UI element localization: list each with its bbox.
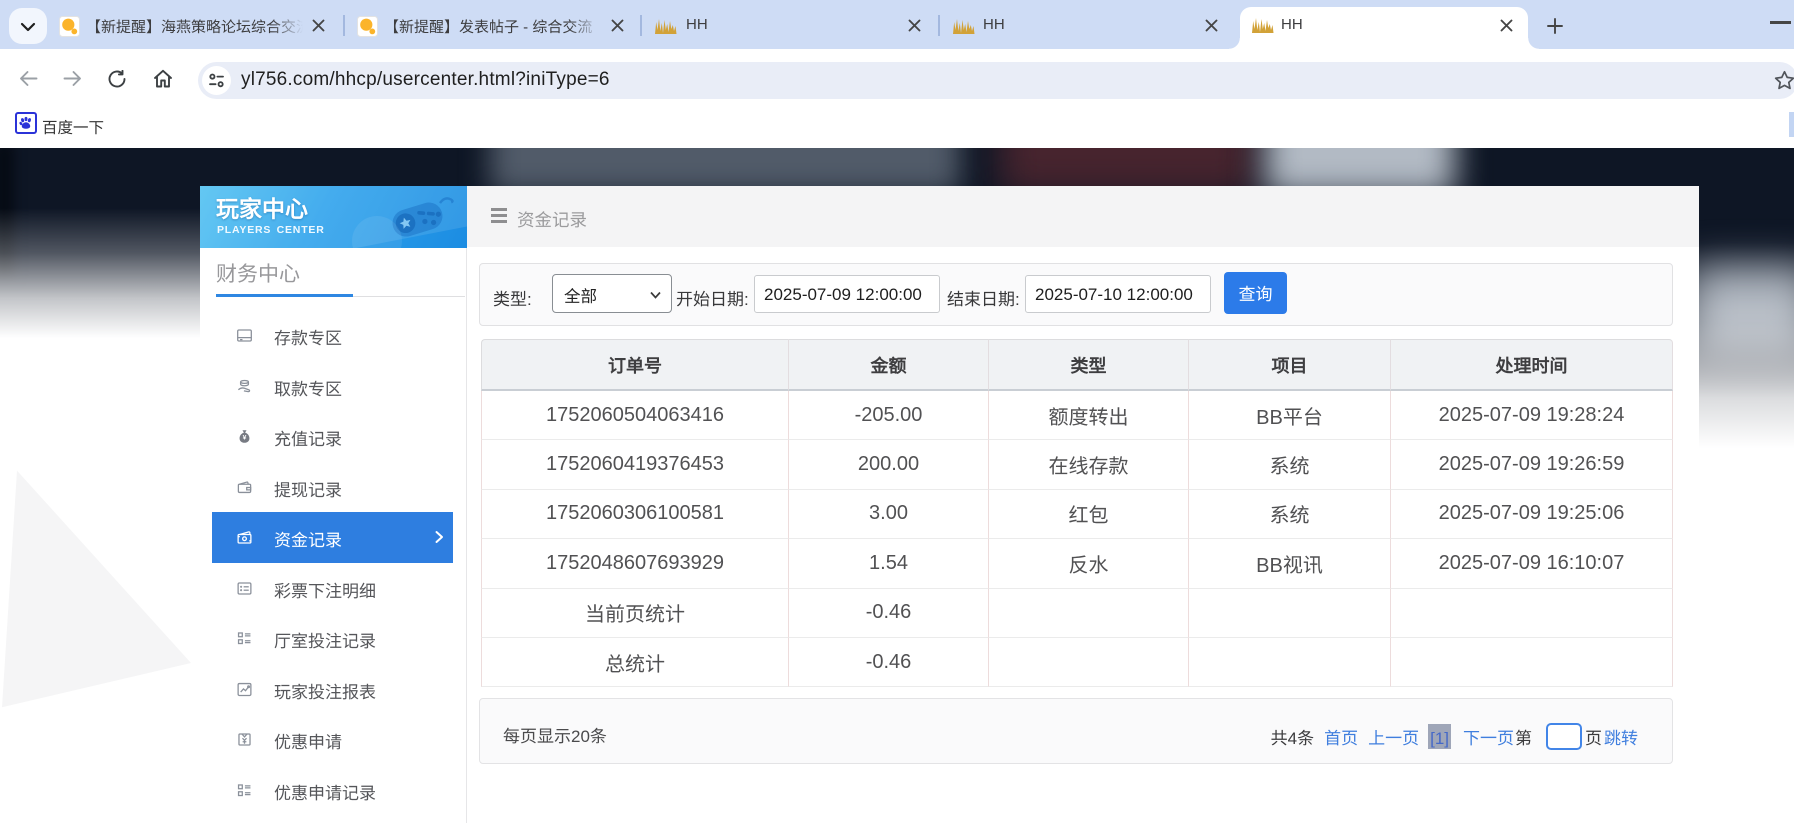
svg-text:¥: ¥ xyxy=(243,435,247,442)
